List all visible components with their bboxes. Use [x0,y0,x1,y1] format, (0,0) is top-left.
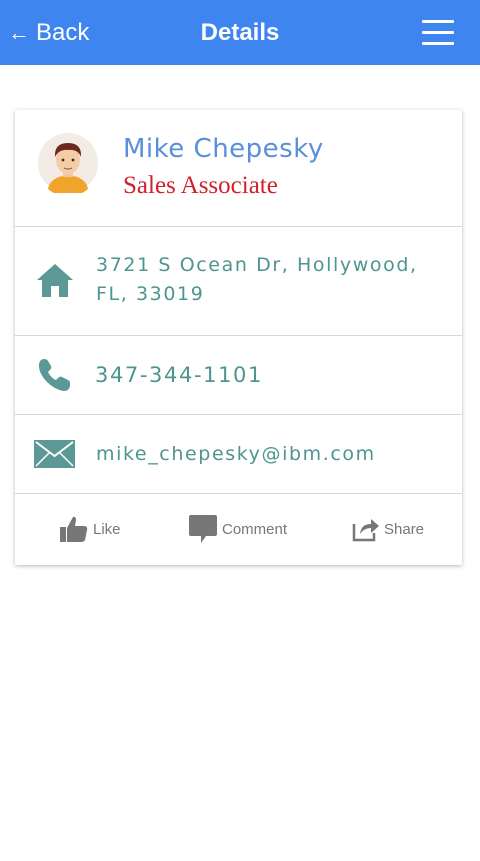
address-text: 3721 S Ocean Dr, Hollywood, FL, 33019 [96,254,418,305]
top-navbar: ← Back Details [0,0,480,65]
address-row[interactable]: 3721 S Ocean Dr, Hollywood, FL, 33019 [15,227,462,336]
thumbs-up-icon [60,516,88,542]
contact-role: Sales Associate [123,172,278,199]
like-button[interactable]: Like [59,513,121,545]
share-button[interactable]: Share [352,513,424,545]
contact-header: Mike Chepesky Sales Associate [15,110,462,227]
like-label: Like [93,520,121,538]
page-title: Details [200,19,280,46]
phone-text: 347-344-1101 [95,363,263,387]
action-bar: Like Comment Share [15,494,462,565]
phone-row[interactable]: 347-344-1101 [15,336,462,415]
email-text: mike_chepesky@ibm.com [96,443,376,465]
share-icon [352,519,379,542]
envelope-icon [34,440,75,468]
hamburger-menu-icon[interactable] [422,20,454,46]
home-icon [37,264,73,297]
email-row[interactable]: mike_chepesky@ibm.com [15,415,462,494]
comment-button[interactable]: Comment [188,513,287,545]
contact-card: Mike Chepesky Sales Associate 3721 S Oce… [15,110,462,565]
share-label: Share [384,520,425,538]
phone-icon [38,359,70,391]
contact-name: Mike Chepesky [123,134,324,164]
avatar [38,133,98,193]
comment-label: Comment [222,520,288,538]
comment-icon [189,515,217,543]
